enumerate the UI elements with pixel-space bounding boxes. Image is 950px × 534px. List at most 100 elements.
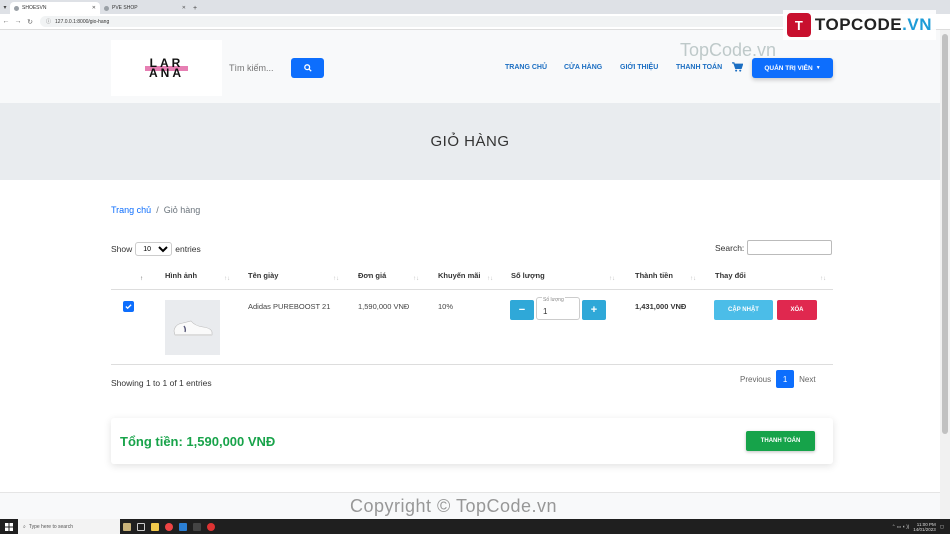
new-tab-icon[interactable]: + <box>190 2 200 14</box>
row-checkbox[interactable] <box>123 301 134 312</box>
task-view-icon[interactable] <box>134 519 148 534</box>
browser-tab-pveshop[interactable]: PVE SHOP ✕ <box>100 2 190 14</box>
col-price[interactable]: Đơn giá <box>358 271 386 280</box>
admin-dropdown-button[interactable]: QUẢN TRỊ VIÊN ▼ <box>752 58 833 78</box>
quantity-decrease-button[interactable]: − <box>510 300 534 320</box>
table-info: Showing 1 to 1 of 1 entries <box>111 378 212 388</box>
col-actions[interactable]: Thay đổi <box>715 271 746 280</box>
reload-icon[interactable]: ↻ <box>24 18 36 26</box>
notification-icon[interactable]: ▢ <box>940 524 944 529</box>
os-taskbar: ⌕ Type here to search ⌃ ▭ ◖ )) 11:00 PM … <box>0 519 950 534</box>
page-title: GIỎ HÀNG <box>430 133 510 150</box>
breadcrumb: Trang chủ / Giỏ hàng <box>111 205 200 215</box>
tab-search-icon[interactable]: ▾ <box>0 0 10 14</box>
breadcrumb-home[interactable]: Trang chủ <box>111 205 151 215</box>
watermark-text: TopCode.vn <box>680 40 777 60</box>
pagination: Previous 1 Next <box>740 370 816 388</box>
clock-date: 14/01/2023 <box>913 526 936 532</box>
shoe-icon <box>173 320 212 336</box>
product-subtotal: 1,431,000 VNĐ <box>635 302 687 311</box>
quantity-label: Số lượng <box>542 297 565 303</box>
pagination-page-1[interactable]: 1 <box>776 370 795 388</box>
pagination-next[interactable]: Next <box>799 375 815 384</box>
cart-icon[interactable] <box>732 62 743 72</box>
caret-down-icon: ▼ <box>815 65 821 71</box>
url-text: 127.0.0.1:8000/gio-hang <box>55 18 110 25</box>
page-hero: GIỎ HÀNG <box>0 103 940 180</box>
checkout-button[interactable]: THANH TOÁN <box>746 431 815 451</box>
sort-icon[interactable]: ↑↓ <box>609 276 615 282</box>
file-explorer-icon[interactable] <box>148 519 162 534</box>
taskbar-search-placeholder: Type here to search <box>28 523 74 530</box>
clock[interactable]: 11:00 PM 14/01/2023 <box>913 522 936 532</box>
table-search-input[interactable] <box>747 240 833 255</box>
sort-icon[interactable]: ↑↓ <box>820 276 826 282</box>
check-icon <box>125 304 132 310</box>
browser-icon[interactable] <box>162 519 176 534</box>
search-icon <box>303 64 312 72</box>
search-icon: ⌕ <box>23 523 26 530</box>
back-icon[interactable]: ← <box>0 18 12 25</box>
col-discount[interactable]: Khuyến mãi <box>438 271 481 280</box>
nav-shop[interactable]: CỬA HÀNG <box>564 64 602 71</box>
tray-icons: ⌃ ▭ ◖ )) <box>891 524 910 529</box>
nav-checkout[interactable]: THANH TOÁN <box>676 64 722 71</box>
tab-favicon-icon <box>104 5 109 11</box>
vscode-icon[interactable] <box>176 519 190 534</box>
info-icon[interactable]: ⓘ <box>46 18 51 25</box>
quantity-increase-button[interactable]: + <box>582 300 606 320</box>
delete-button[interactable]: XÓA <box>777 300 817 320</box>
browser-tab-label: SHOESVN <box>22 5 47 11</box>
topcode-logo-text: TOPCODE.VN <box>814 15 932 34</box>
col-quantity[interactable]: Số lượng <box>511 271 545 280</box>
col-subtotal[interactable]: Thành tiền <box>635 271 673 280</box>
logo-image: LAR ANA <box>145 57 188 79</box>
windows-start-icon[interactable] <box>0 519 18 534</box>
terminal-icon[interactable] <box>190 519 204 534</box>
cart-total: Tổng tiền: 1,590,000 VNĐ <box>120 434 276 449</box>
site-header: LARANA TRANG CHỦ CỬA HÀNG GIỚI THIỆU THA… <box>0 30 940 103</box>
taskbar-search[interactable]: ⌕ Type here to search <box>18 519 120 534</box>
browser-tab-shoesvn[interactable]: SHOESVN ✕ <box>10 2 100 14</box>
product-price: 1,590,000 VNĐ <box>358 302 410 311</box>
sort-icon[interactable]: ↑↓ <box>690 276 696 282</box>
system-tray[interactable]: ⌃ ▭ ◖ )) 11:00 PM 14/01/2023 ▢ <box>892 522 950 532</box>
copyright-watermark: Copyright © TopCode.vn <box>350 496 558 516</box>
pagination-previous[interactable]: Previous <box>740 375 771 384</box>
table-search: Search: <box>715 240 833 255</box>
nav-about[interactable]: GIỚI THIỆU <box>620 64 658 71</box>
search-button[interactable] <box>291 58 324 78</box>
col-image[interactable]: Hình ảnh <box>165 271 197 280</box>
update-button[interactable]: CẬP NHẬT <box>714 300 773 320</box>
table-search-label: Search: <box>715 242 745 253</box>
taskbar-app-icon[interactable] <box>120 519 134 534</box>
tab-favicon-icon <box>14 5 19 11</box>
app-icon[interactable] <box>204 519 218 534</box>
topcode-badge-icon: T <box>786 13 811 37</box>
col-name[interactable]: Tên giày <box>248 271 278 280</box>
quantity-input[interactable]: Số lượng 1 <box>536 297 580 320</box>
sort-icon[interactable]: ↑↓ <box>487 276 493 282</box>
scrollbar-thumb[interactable] <box>942 34 948 434</box>
page-scrollbar[interactable] <box>940 30 950 519</box>
sort-icon[interactable]: ↑↓ <box>413 276 419 282</box>
product-discount: 10% <box>438 302 454 311</box>
clock-time: 11:00 PM <box>916 521 936 527</box>
entries-label: entries <box>175 244 201 254</box>
close-tab-icon[interactable]: ✕ <box>182 5 186 11</box>
sort-icon[interactable]: ↑↓ <box>333 276 339 282</box>
sort-icon[interactable]: ↑↓ <box>224 276 230 282</box>
close-tab-icon[interactable]: ✕ <box>92 5 96 11</box>
product-image <box>165 300 220 355</box>
entries-select[interactable]: 10 <box>135 242 173 256</box>
nav-home[interactable]: TRANG CHỦ <box>505 64 547 71</box>
breadcrumb-separator: / <box>156 205 159 215</box>
site-logo[interactable]: LAR ANA <box>111 40 222 96</box>
minus-icon: − <box>518 304 526 316</box>
sort-icon[interactable]: ↑ <box>140 276 143 282</box>
plus-icon: + <box>590 304 598 316</box>
cart-summary: Tổng tiền: 1,590,000 VNĐ THANH TOÁN <box>111 418 833 464</box>
table-header: ↑ Hình ảnh ↑↓ Tên giày ↑↓ Đơn giá ↑↓ Khu… <box>111 266 833 290</box>
search-input[interactable] <box>229 58 289 78</box>
forward-icon[interactable]: → <box>12 18 24 25</box>
